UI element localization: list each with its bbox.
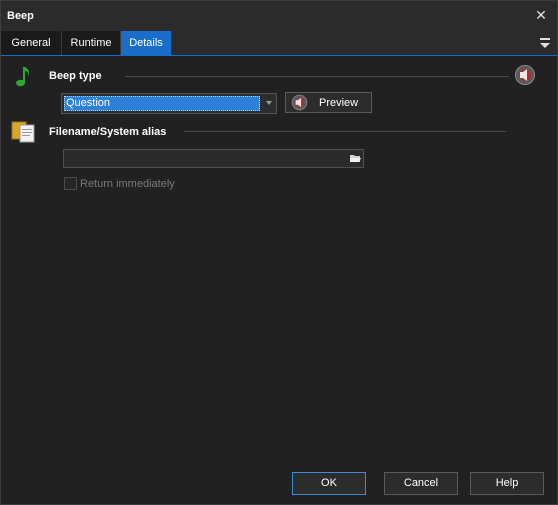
dialog-window: Beep ✕ General Runtime Details Beep type… bbox=[0, 0, 558, 505]
tab-general[interactable]: General bbox=[1, 31, 62, 55]
beep-type-heading: Beep type bbox=[49, 70, 102, 82]
divider bbox=[125, 76, 509, 77]
return-immediately-checkbox[interactable] bbox=[64, 177, 77, 190]
cancel-button[interactable]: Cancel bbox=[384, 472, 458, 495]
menu-dropdown-icon[interactable] bbox=[539, 36, 551, 50]
divider bbox=[184, 131, 506, 132]
browse-button[interactable] bbox=[348, 149, 364, 168]
beep-type-value: Question bbox=[64, 96, 260, 111]
preview-button[interactable]: Preview bbox=[285, 92, 372, 113]
title-bar: Beep ✕ bbox=[1, 1, 557, 31]
speaker-mute-icon bbox=[515, 65, 535, 85]
window-title: Beep bbox=[7, 10, 34, 22]
beep-type-select[interactable]: Question bbox=[61, 93, 277, 114]
return-immediately-label: Return immediately bbox=[80, 178, 175, 190]
preview-label: Preview bbox=[319, 97, 359, 109]
filename-input[interactable] bbox=[63, 149, 350, 168]
speaker-icon bbox=[291, 94, 308, 111]
tab-runtime[interactable]: Runtime bbox=[62, 31, 121, 55]
chevron-down-icon[interactable] bbox=[266, 101, 272, 105]
ok-button[interactable]: OK bbox=[292, 472, 366, 495]
tab-bar: General Runtime Details bbox=[1, 31, 557, 56]
tab-details[interactable]: Details bbox=[121, 31, 172, 55]
close-icon[interactable]: ✕ bbox=[533, 7, 549, 23]
file-copy-icon bbox=[11, 121, 35, 143]
help-button[interactable]: Help bbox=[470, 472, 544, 495]
music-note-icon bbox=[16, 67, 29, 87]
folder-open-icon bbox=[350, 155, 361, 162]
filename-heading: Filename/System alias bbox=[49, 126, 167, 138]
